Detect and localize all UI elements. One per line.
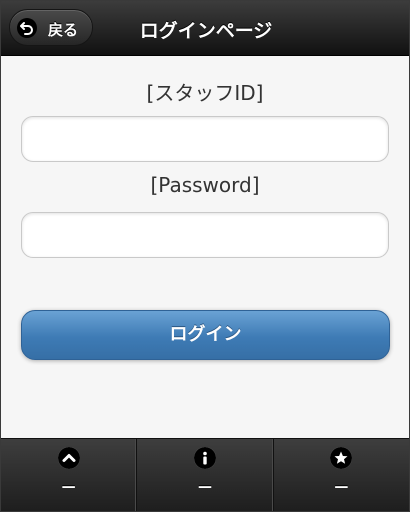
password-label: [Password]	[150, 173, 260, 197]
nav-item-info[interactable]: —	[137, 439, 274, 511]
staff-id-input[interactable]	[21, 116, 389, 162]
page-title: ログインページ	[139, 20, 273, 42]
nav-item-star[interactable]: —	[274, 439, 409, 511]
nav-item-label: —	[61, 479, 76, 495]
app-frame: 戻る ログインページ [スタッフID] [Password] ログイン — — …	[0, 0, 410, 512]
header-bar: 戻る ログインページ	[1, 1, 409, 56]
nav-item-label: —	[197, 479, 212, 495]
nav-item-up[interactable]: —	[1, 439, 138, 511]
nav-item-label: —	[334, 479, 349, 495]
star-icon	[330, 447, 353, 469]
footer-navbar: — — —	[1, 438, 409, 511]
login-button[interactable]: ログイン	[21, 310, 390, 360]
password-input[interactable]	[21, 212, 389, 258]
staff-id-label: [スタッフID]	[146, 81, 264, 105]
info-icon	[193, 447, 216, 469]
chevron-up-icon	[57, 447, 80, 469]
